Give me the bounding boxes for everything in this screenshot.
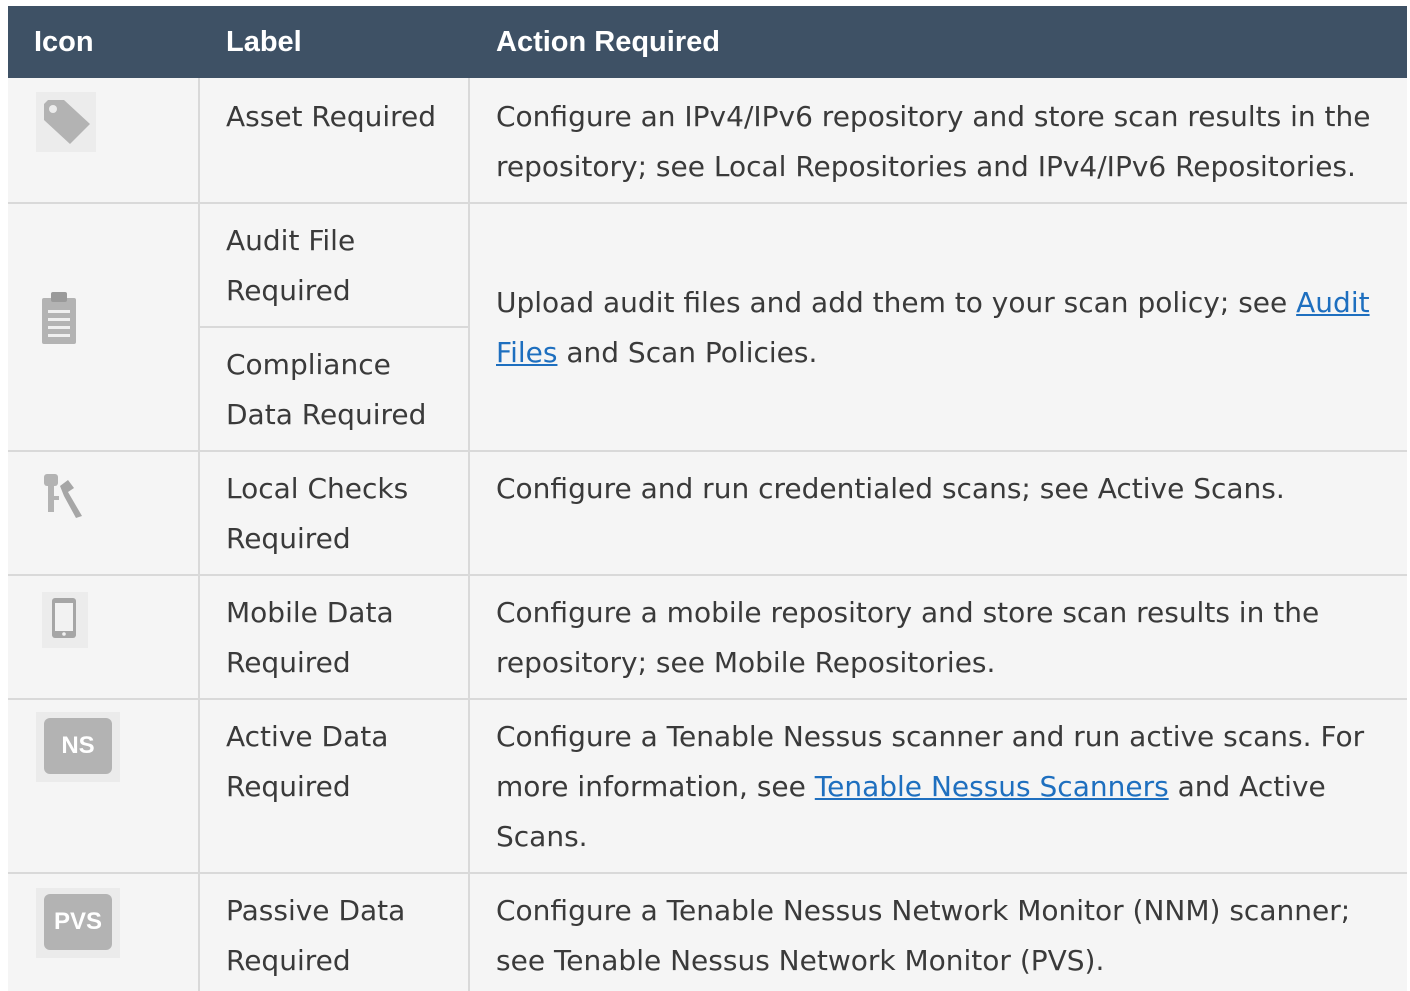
column-divider xyxy=(468,78,470,991)
row-action: Upload audit files and add them to your … xyxy=(496,278,1386,378)
row-label: Passive Data Required xyxy=(226,894,406,977)
row-action: Configure an IPv4/IPv6 repository and st… xyxy=(496,100,1371,183)
row-label: Audit File Required xyxy=(226,224,356,307)
action-text: and Scan Policies. xyxy=(557,336,818,369)
tenable-nessus-scanners-link[interactable]: Tenable Nessus Scanners xyxy=(815,770,1169,803)
row-label: Mobile Data Required xyxy=(226,596,394,679)
row-action: Configure a mobile repository and store … xyxy=(496,596,1320,679)
table-header: Icon Label Action Required xyxy=(8,6,1407,78)
row-divider xyxy=(8,698,1407,700)
row-divider xyxy=(8,574,1407,576)
requirements-table: Icon Label Action Required Asset Require… xyxy=(8,6,1407,991)
pvs-badge-icon: PVS xyxy=(36,888,120,958)
mobile-icon xyxy=(42,592,88,648)
clipboard-icon xyxy=(38,288,84,348)
row-action: Configure a Tenable Nessus Network Monit… xyxy=(496,894,1351,977)
ns-badge-icon: NS xyxy=(36,712,120,782)
row-divider xyxy=(8,872,1407,874)
row-action: Configure and run credentialed scans; se… xyxy=(496,472,1285,505)
row-label: Asset Required xyxy=(226,100,437,133)
row-action: Configure a Tenable Nessus scanner and r… xyxy=(496,712,1386,862)
header-icon: Icon xyxy=(34,26,94,58)
row-divider xyxy=(8,450,1407,452)
row-label: Local Checks Required xyxy=(226,472,409,555)
badge-text: NS xyxy=(44,718,112,774)
header-action: Action Required xyxy=(496,26,720,58)
badge-text: PVS xyxy=(44,894,112,950)
row-label: Compliance Data Required xyxy=(226,348,427,431)
keys-icon xyxy=(38,470,88,520)
action-text: Upload audit files and add them to your … xyxy=(496,286,1297,319)
tag-icon xyxy=(36,92,96,152)
header-label: Label xyxy=(226,26,302,58)
row-label: Active Data Required xyxy=(226,720,389,803)
row-divider xyxy=(198,326,468,328)
row-divider xyxy=(8,202,1407,204)
column-divider xyxy=(198,78,200,991)
